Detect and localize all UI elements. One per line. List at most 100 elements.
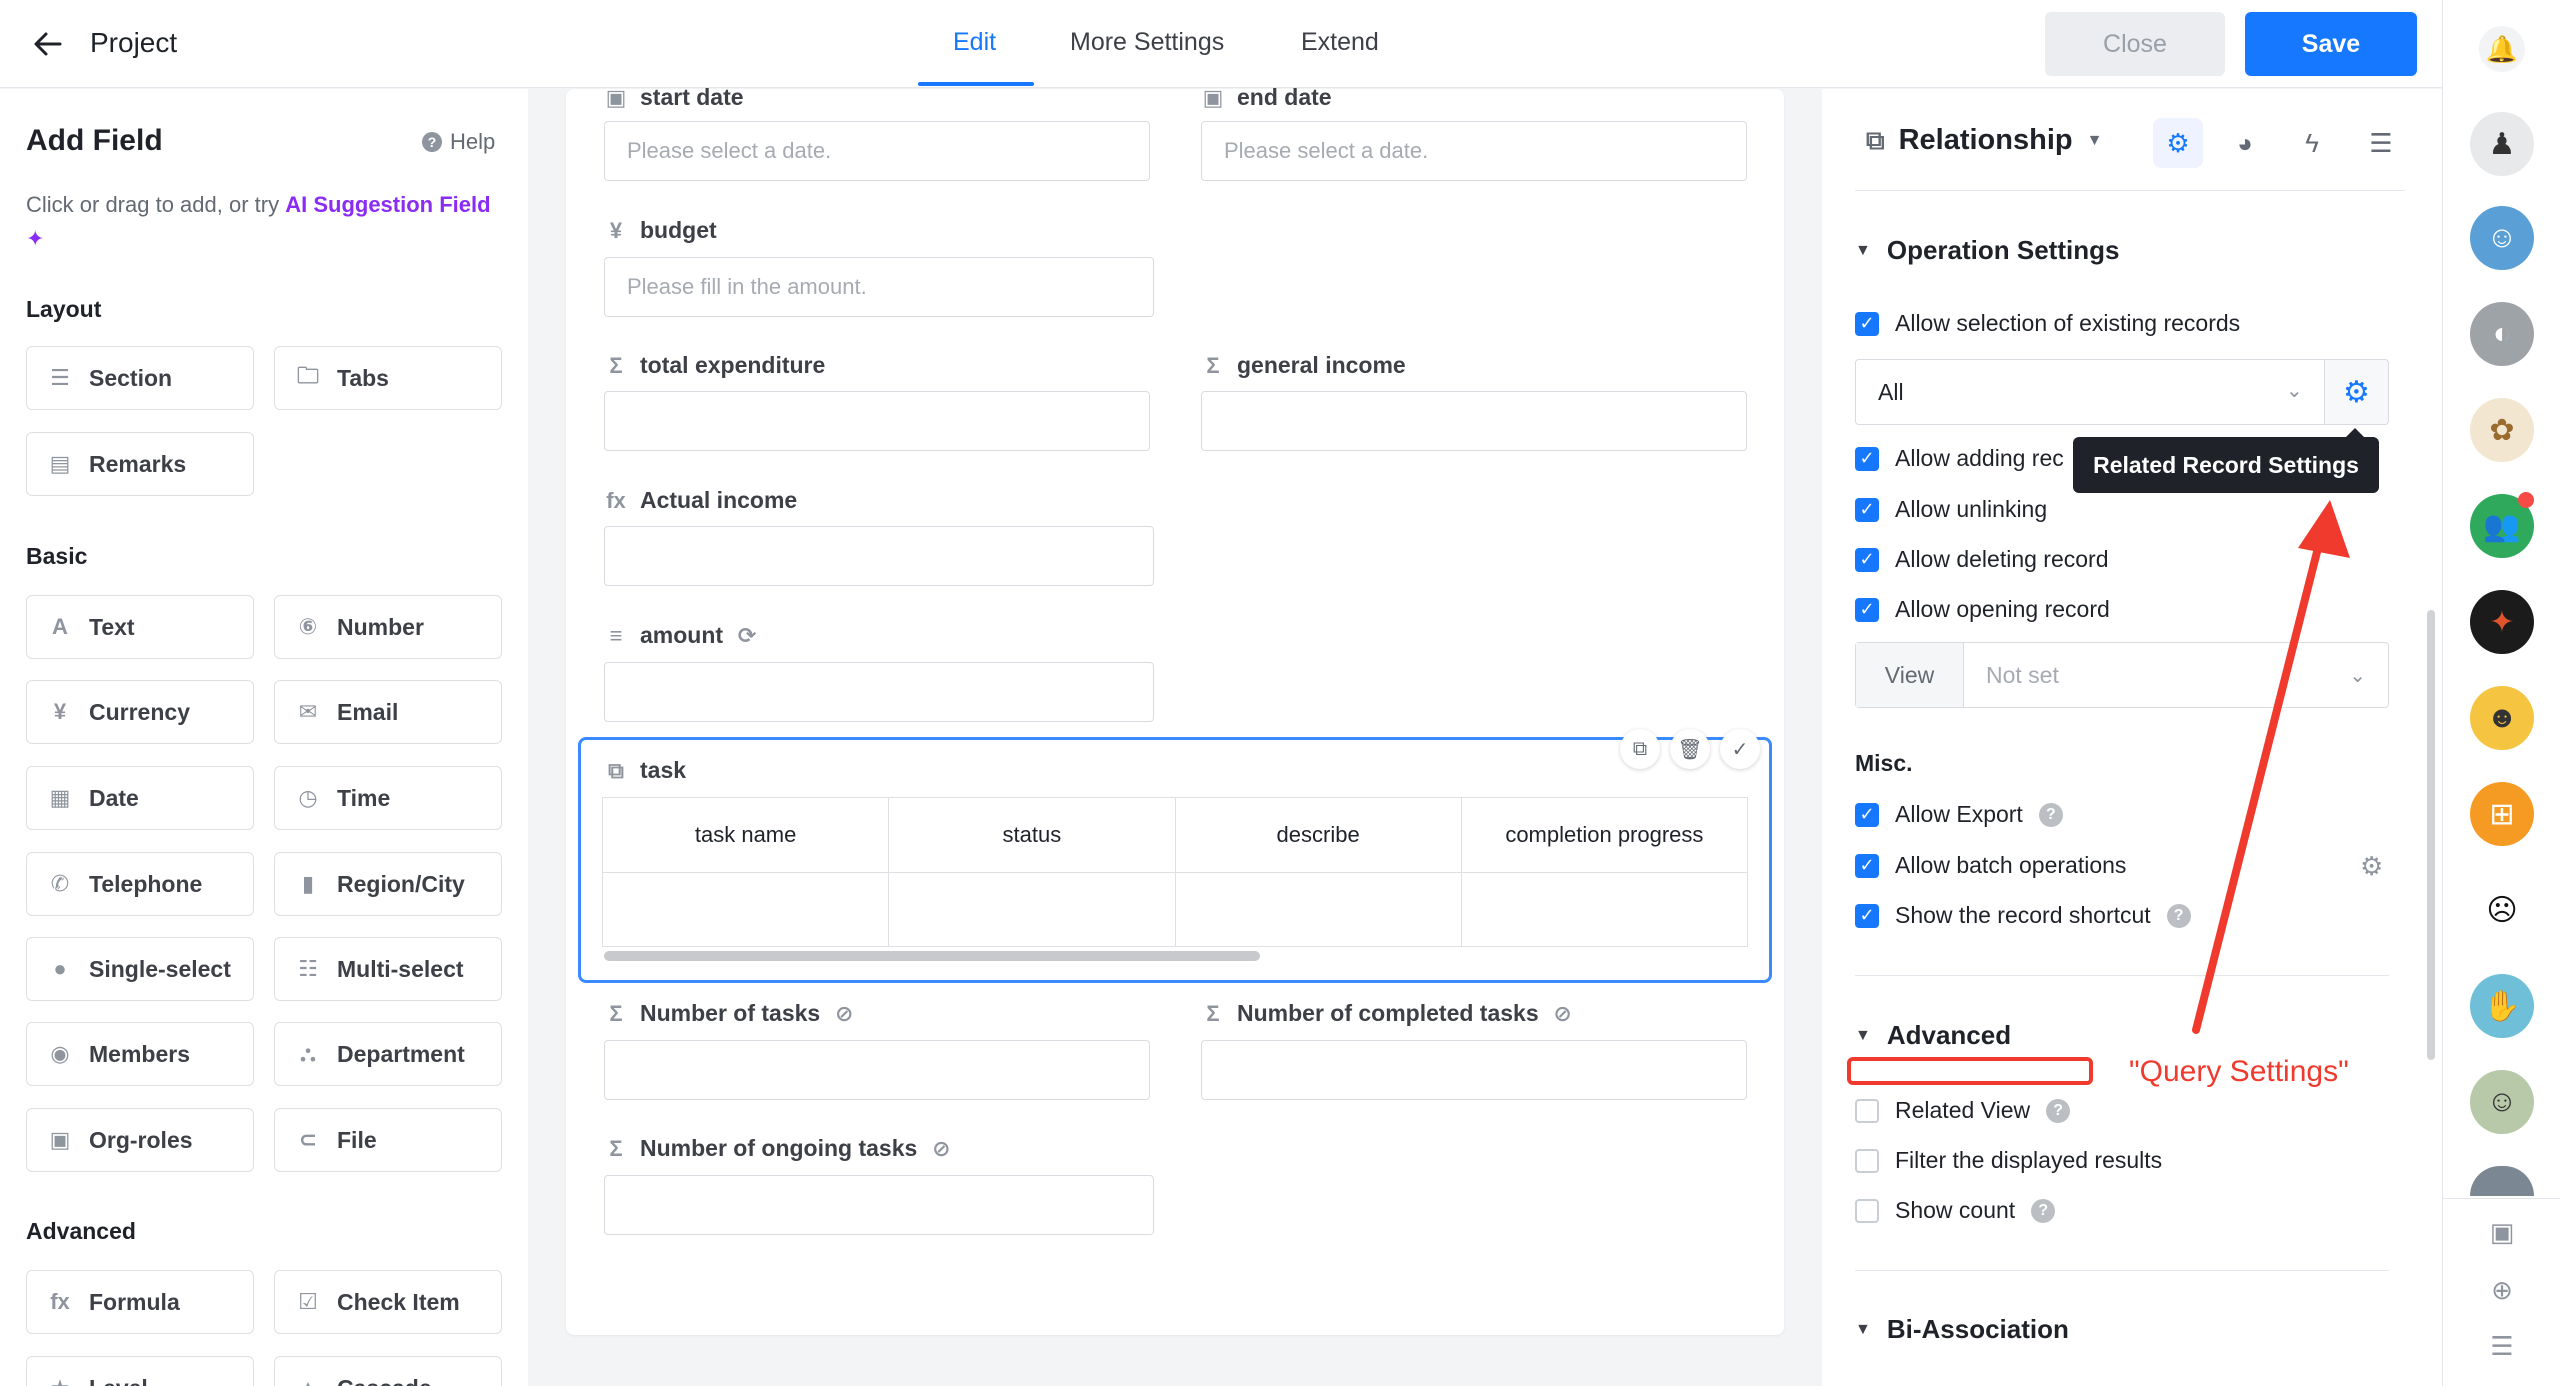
refresh-icon[interactable]: ⟳ (735, 623, 759, 649)
related-record-settings-gear[interactable]: ⚙ (2324, 359, 2389, 425)
field-type-selector[interactable]: ⧉ Relationship ▼ (1866, 124, 2102, 157)
close-button[interactable]: Close (2045, 12, 2225, 76)
table-cell[interactable] (601, 872, 890, 947)
end-date-input[interactable]: Please select a date. (1201, 121, 1747, 181)
allow-export-checkbox[interactable]: ✓ Allow Export? (1855, 801, 2063, 828)
field-time-button[interactable]: ◷ Time (274, 766, 502, 830)
general-income-input[interactable] (1201, 391, 1747, 451)
checkbox-checked[interactable]: ✓ (1855, 446, 1879, 471)
back-arrow-icon[interactable] (28, 24, 68, 64)
avatar[interactable]: ☻ (2470, 686, 2534, 750)
allow-unlinking-checkbox[interactable]: ✓ Allow unlinking (1855, 496, 2047, 523)
horizontal-scrollbar[interactable] (604, 951, 1260, 961)
avatar[interactable]: ♟ (2470, 112, 2534, 176)
checkbox-checked[interactable]: ✓ (1855, 802, 1879, 827)
field-currency-button[interactable]: ¥ Currency (26, 680, 254, 744)
allow-deleting-checkbox[interactable]: ✓ Allow deleting record (1855, 546, 2109, 573)
field-cascade-button[interactable]: ▲ Cascade (274, 1356, 502, 1386)
selection-scope-select[interactable]: All (1855, 359, 2325, 425)
checkbox-unchecked[interactable] (1855, 1098, 1879, 1123)
field-region-button[interactable]: ▮ Region/City (274, 852, 502, 916)
field-single-select-button[interactable]: ● Single-select (26, 937, 254, 1001)
related-view-checkbox[interactable]: Related View? (1855, 1097, 2071, 1124)
filter-results-checkbox[interactable]: Filter the displayed results (1855, 1147, 2162, 1174)
avatar[interactable]: ⊞ (2470, 782, 2534, 846)
panel-scrollbar[interactable] (2427, 610, 2435, 1060)
field-file-button[interactable]: ⊂ File (274, 1108, 502, 1172)
number-of-tasks-input[interactable] (604, 1040, 1150, 1100)
help-icon[interactable]: ? (2038, 802, 2063, 827)
lightning-icon[interactable]: ϟ (2287, 118, 2337, 168)
field-telephone-button[interactable]: ✆ Telephone (26, 852, 254, 916)
field-number-button[interactable]: ⑥ Number (274, 595, 502, 659)
operation-settings-section[interactable]: ▼ Operation Settings (1855, 235, 2119, 266)
field-remarks-button[interactable]: ▤ Remarks (26, 432, 254, 496)
checkbox-checked[interactable]: ✓ (1855, 497, 1879, 522)
checkbox-checked[interactable]: ✓ (1855, 311, 1879, 336)
amount-input[interactable] (604, 662, 1154, 722)
contacts-icon[interactable]: ▣ (2484, 1214, 2520, 1250)
field-label: Remarks (89, 450, 187, 477)
field-email-button[interactable]: ✉ Email (274, 680, 502, 744)
help-link[interactable]: ? Help (422, 129, 495, 155)
bell-icon[interactable]: 🔔 (2479, 26, 2525, 72)
show-record-shortcut-checkbox[interactable]: ✓ Show the record shortcut? (1855, 902, 2191, 929)
field-section-button[interactable]: ☰ Section (26, 346, 254, 410)
trash-icon[interactable]: 🗑 (1670, 729, 1710, 769)
avatar[interactable]: ☺ (2470, 206, 2534, 270)
field-members-button[interactable]: ◉ Members (26, 1022, 254, 1086)
show-count-checkbox[interactable]: Show count? (1855, 1197, 2056, 1224)
avatar[interactable]: ✋ (2470, 974, 2534, 1038)
settings-gear-icon[interactable]: ⚙ (2153, 118, 2203, 168)
avatar[interactable]: ✿ (2470, 398, 2534, 462)
tab-edit[interactable]: Edit (953, 28, 996, 57)
field-department-button[interactable]: ⛬ Department (274, 1022, 502, 1086)
field-formula-button[interactable]: fx Formula (26, 1270, 254, 1334)
checkbox-checked[interactable]: ✓ (1855, 547, 1879, 572)
avatar[interactable]: ✦ (2470, 590, 2534, 654)
actual-income-input[interactable] (604, 526, 1154, 586)
chat-add-icon[interactable]: ⊕ (2484, 1272, 2520, 1308)
checkbox-checked[interactable]: ✓ (1855, 597, 1879, 622)
allow-adding-checkbox[interactable]: ✓ Allow adding rec (1855, 445, 2064, 472)
table-cell[interactable] (1460, 872, 1749, 947)
bi-association-section[interactable]: ▼ Bi-Association (1855, 1314, 2069, 1345)
field-tabs-button[interactable]: 🗀 Tabs (274, 346, 502, 410)
collapse-menu-icon[interactable]: ☰ (2484, 1328, 2520, 1364)
avatar[interactable]: ◐ (2470, 302, 2534, 366)
batch-settings-gear-icon[interactable]: ⚙ (2360, 851, 2383, 882)
table-cell[interactable] (888, 872, 1176, 947)
advanced-settings-section[interactable]: ▼ Advanced (1855, 1020, 2011, 1051)
checkbox-checked[interactable]: ✓ (1855, 853, 1879, 878)
allow-selection-checkbox[interactable]: ✓ Allow selection of existing records (1855, 310, 2240, 337)
copy-icon[interactable]: ⧉ (1620, 729, 1660, 769)
palette-icon[interactable]: ◕ (2220, 118, 2270, 168)
number-of-completed-tasks-input[interactable] (1201, 1040, 1747, 1100)
checkbox-checked[interactable]: ✓ (1855, 903, 1879, 928)
avatar[interactable]: ☺ (2470, 1070, 2534, 1134)
check-icon[interactable]: ✓ (1720, 729, 1760, 769)
field-multi-select-button[interactable]: ☷ Multi-select (274, 937, 502, 1001)
save-button[interactable]: Save (2245, 12, 2417, 76)
table-cell[interactable] (1174, 872, 1462, 947)
tab-more-settings[interactable]: More Settings (1070, 28, 1224, 57)
sort-lines-icon[interactable]: ☰ (2356, 118, 2406, 168)
total-expenditure-input[interactable] (604, 391, 1150, 451)
field-check-item-button[interactable]: ☑ Check Item (274, 1270, 502, 1334)
help-icon[interactable]: ? (2031, 1198, 2056, 1223)
number-of-ongoing-tasks-input[interactable] (604, 1175, 1154, 1235)
field-level-button[interactable]: ★ Level (26, 1356, 254, 1386)
member-icon: ◉ (50, 1041, 70, 1066)
field-org-roles-button[interactable]: ▣ Org-roles (26, 1108, 254, 1172)
avatar[interactable]: ☹ (2470, 878, 2534, 942)
budget-input[interactable]: Please fill in the amount. (604, 257, 1154, 317)
help-icon[interactable]: ? (2046, 1098, 2071, 1123)
allow-batch-checkbox[interactable]: ✓ Allow batch operations (1855, 852, 2126, 879)
field-date-button[interactable]: ▦ Date (26, 766, 254, 830)
checkbox-unchecked[interactable] (1855, 1198, 1879, 1223)
start-date-input[interactable]: Please select a date. (604, 121, 1150, 181)
field-text-button[interactable]: A Text (26, 595, 254, 659)
tab-extend[interactable]: Extend (1301, 28, 1379, 57)
checkbox-unchecked[interactable] (1855, 1148, 1879, 1173)
allow-opening-checkbox[interactable]: ✓ Allow opening record (1855, 596, 2110, 623)
